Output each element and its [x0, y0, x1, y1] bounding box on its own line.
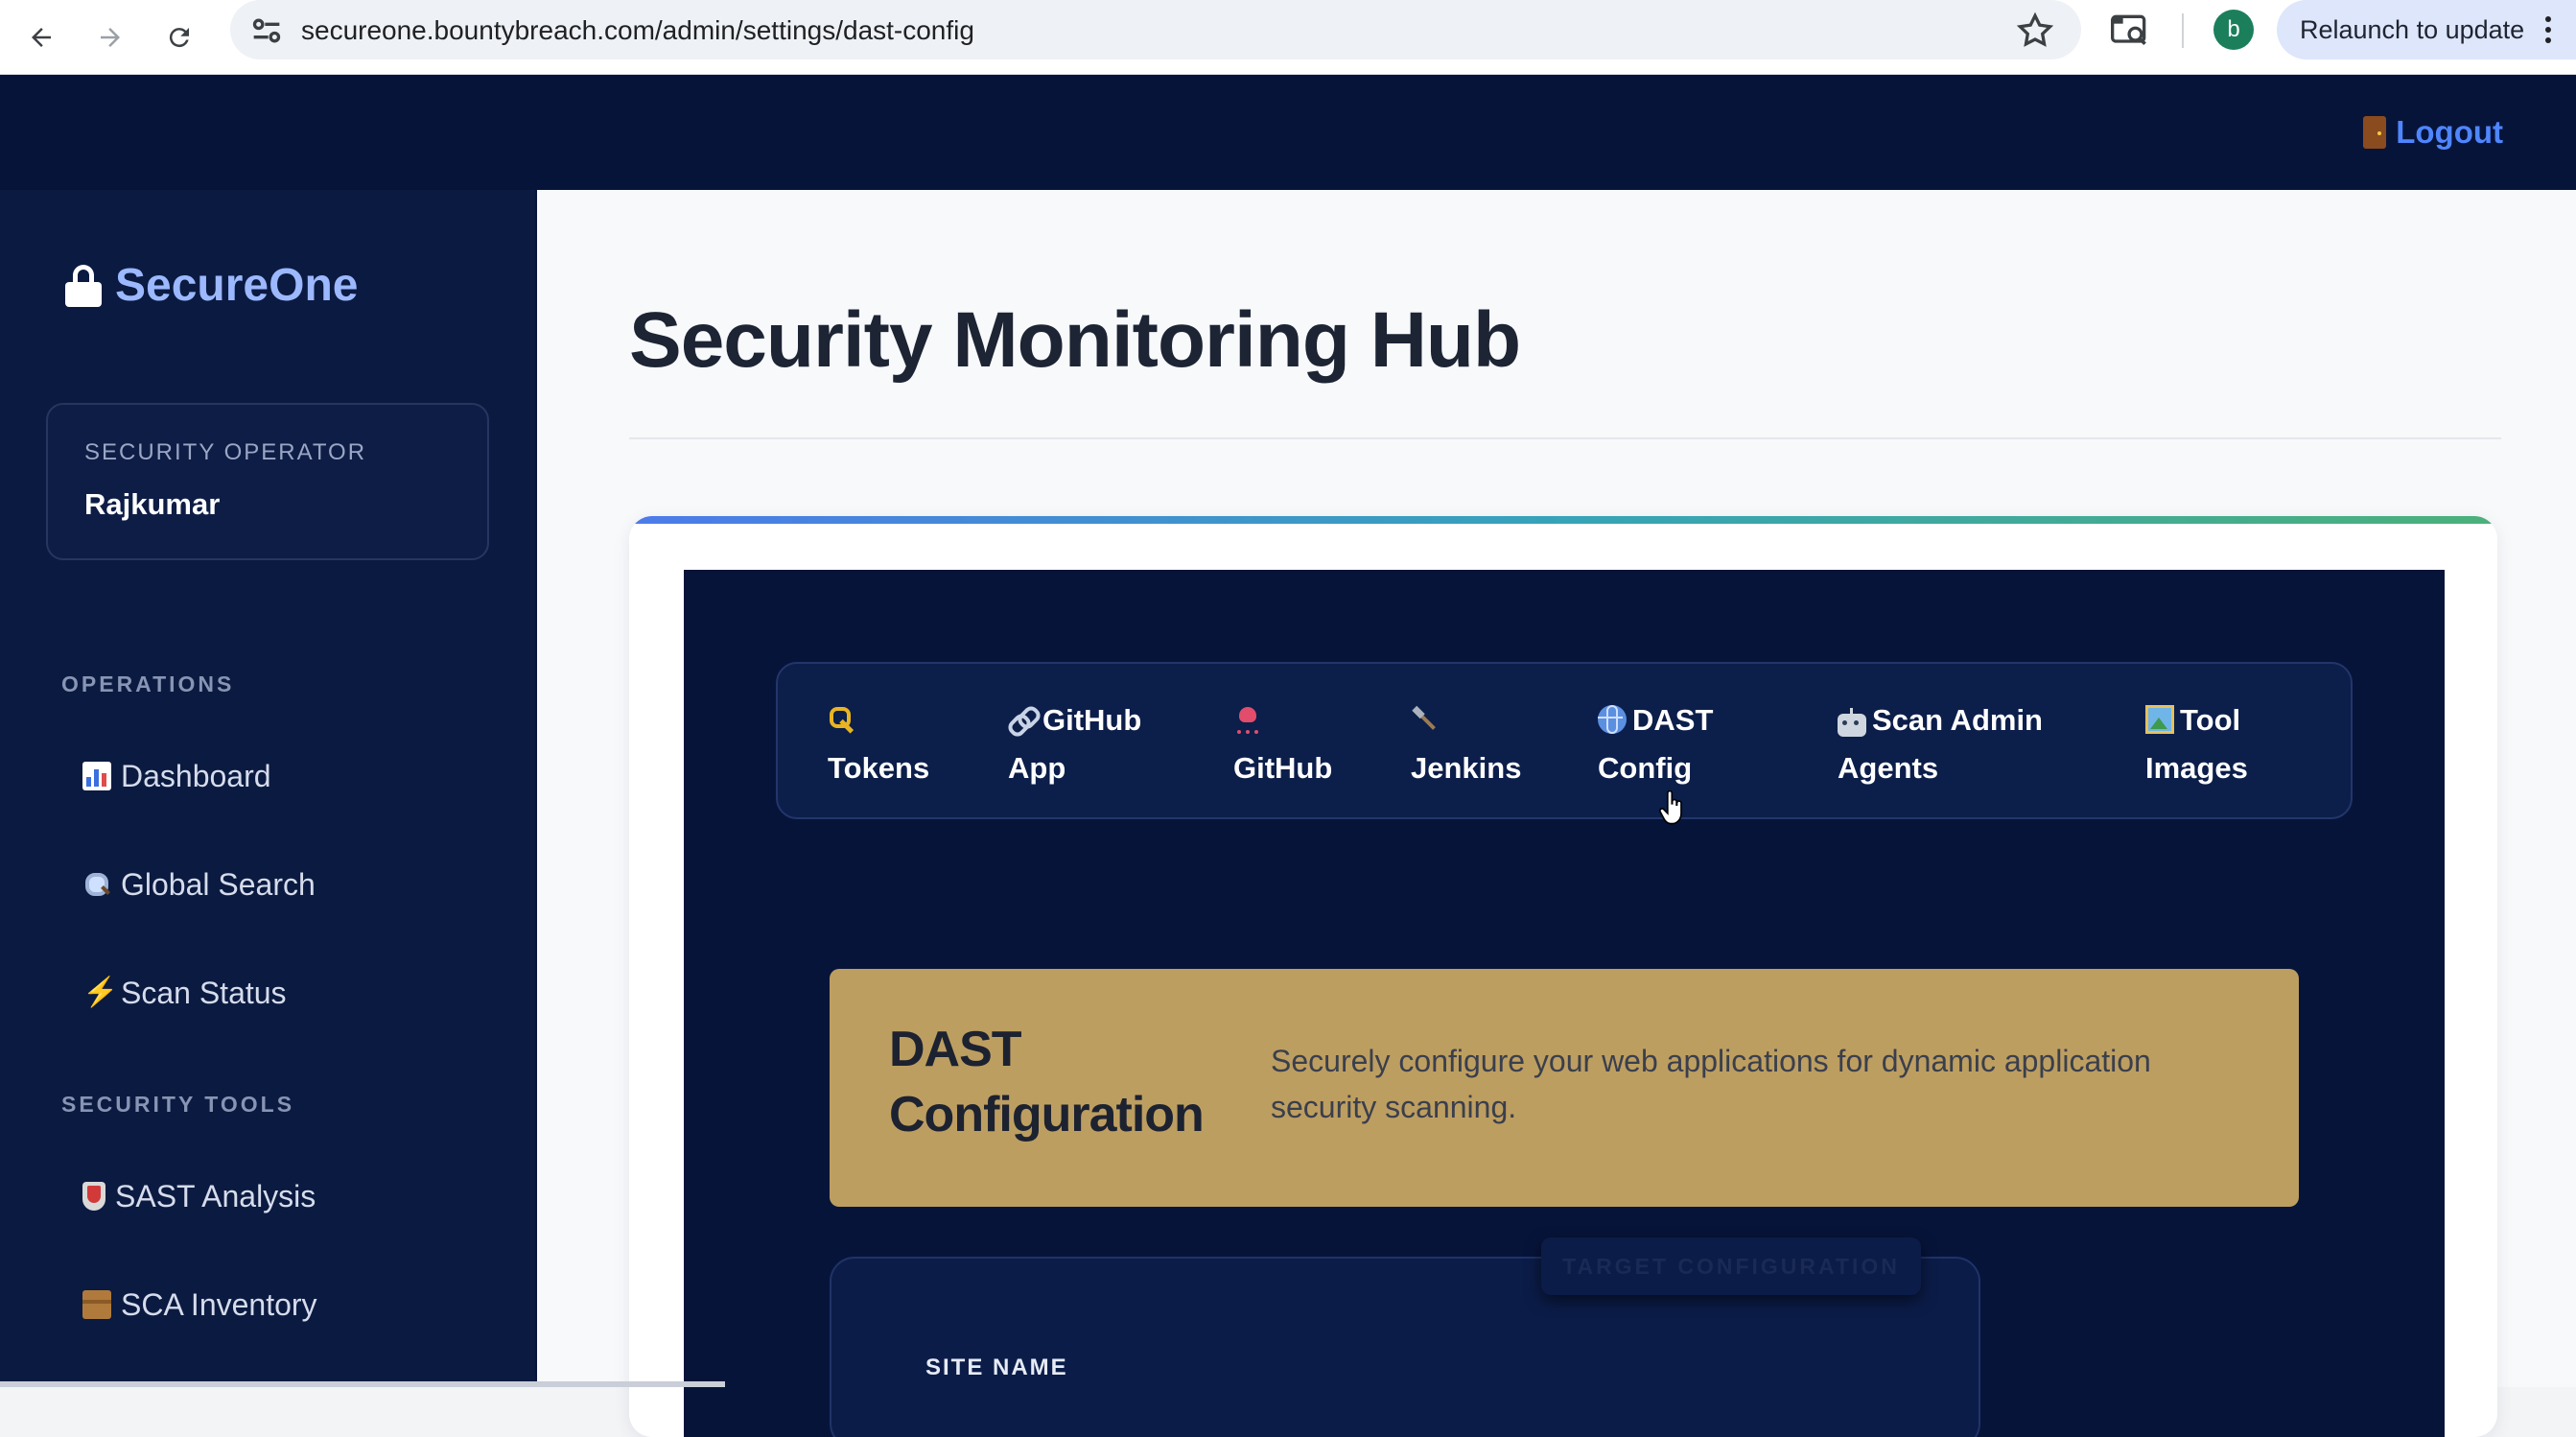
tab-label-line2: Images: [2145, 751, 2248, 785]
main-content: Security Monitoring Hub Tokens GitHub Ap…: [537, 190, 2576, 1437]
banner-title: DAST Configuration: [889, 1017, 1234, 1147]
toolbar-separator: [2182, 13, 2184, 48]
tab-label: DAST: [1632, 703, 1714, 737]
dast-banner: DAST Configuration Securely configure yo…: [830, 969, 2299, 1207]
lightning-icon: ⚡: [82, 977, 119, 1008]
logout-label: Logout: [2396, 114, 2503, 150]
arrow-left-icon: [32, 28, 51, 47]
key-icon: [828, 705, 856, 734]
back-button[interactable]: [15, 12, 67, 63]
brand[interactable]: SecureOne: [65, 259, 358, 312]
chip-label: TARGET CONFIGURATION: [1562, 1254, 1900, 1279]
target-configuration-chip: TARGET CONFIGURATION: [1541, 1237, 1921, 1295]
door-icon: [2363, 116, 2387, 149]
forward-button[interactable]: [84, 12, 136, 63]
browser-toolbar: secureone.bountybreach.com/admin/setting…: [0, 0, 2576, 75]
tab-github-app[interactable]: GitHub App: [1008, 696, 1141, 792]
bar-chart-icon: [82, 762, 111, 790]
bookmark-star-icon[interactable]: [2014, 10, 2056, 52]
reload-button[interactable]: [153, 12, 205, 63]
package-icon: [82, 1290, 111, 1319]
settings-card: Tokens GitHub App GitHub Jenkins DAST Co…: [629, 516, 2497, 1437]
sidebar-item-global-search[interactable]: Global Search: [82, 860, 316, 908]
title-divider: [629, 437, 2501, 439]
lock-icon: [65, 264, 102, 307]
more-menu-icon[interactable]: [2543, 13, 2553, 46]
tab-tool-images[interactable]: Tool Images: [2145, 696, 2248, 792]
section-heading-operations: OPERATIONS: [61, 671, 235, 696]
tab-search-icon[interactable]: [2108, 10, 2152, 52]
tab-label: Tokens: [828, 751, 930, 785]
tab-dast-config[interactable]: DAST Config: [1598, 696, 1713, 792]
tab-label: GitHub: [1233, 751, 1333, 785]
tab-jenkins[interactable]: Jenkins: [1411, 696, 1521, 792]
banner-title-line2: Configuration: [889, 1087, 1205, 1143]
globe-icon: [1598, 705, 1627, 734]
tab-label: Scan Admin: [1872, 703, 2043, 737]
sidebar-item-label: Scan Status: [121, 975, 287, 1010]
sidebar-item-scan-status[interactable]: ⚡ Scan Status: [82, 969, 287, 1017]
shield-icon: [82, 1182, 105, 1211]
card-accent-bar: [629, 516, 2497, 524]
tab-label-line2: App: [1008, 751, 1066, 785]
octopus-icon: [1233, 705, 1262, 734]
banner-description: Securely configure your web applications…: [1271, 1044, 2151, 1124]
operator-role: SECURITY OPERATOR: [84, 439, 367, 465]
sidebar-item-sast-analysis[interactable]: SAST Analysis: [82, 1172, 316, 1220]
brand-name: SecureOne: [115, 260, 359, 311]
tab-scan-admin-agents[interactable]: Scan Admin Agents: [1838, 696, 2043, 792]
tab-label: Tool: [2180, 703, 2241, 737]
horizontal-scrollbar[interactable]: [0, 1381, 725, 1387]
app-header: Logout: [0, 75, 2576, 190]
tab-github[interactable]: GitHub: [1233, 696, 1332, 792]
sidebar-item-label: Dashboard: [121, 758, 271, 793]
tab-label-line2: Agents: [1838, 751, 1939, 785]
robot-icon: [1838, 708, 1866, 737]
sidebar-item-sca-inventory[interactable]: SCA Inventory: [82, 1281, 317, 1329]
framed-picture-icon: [2145, 705, 2174, 734]
reload-icon: [169, 28, 189, 48]
logout-link[interactable]: Logout: [2363, 109, 2503, 155]
banner-title-line1: DAST: [889, 1022, 1022, 1077]
magnifier-icon: [82, 870, 111, 899]
relaunch-button[interactable]: Relaunch to update: [2277, 0, 2576, 59]
hand-pointer-icon: [1659, 790, 1682, 825]
tab-label: GitHub: [1042, 703, 1142, 737]
sidebar-item-label: SCA Inventory: [121, 1286, 317, 1322]
link-icon: [1008, 705, 1037, 734]
sidebar-item-dashboard[interactable]: Dashboard: [82, 752, 271, 800]
operator-card: SECURITY OPERATOR Rajkumar: [46, 403, 489, 560]
relaunch-label: Relaunch to update: [2300, 15, 2525, 44]
tab-label-line2: Config: [1598, 751, 1693, 785]
page-title: Security Monitoring Hub: [629, 296, 1521, 384]
hammer-icon: [1411, 705, 1440, 734]
tab-tokens[interactable]: Tokens: [828, 696, 929, 792]
tab-label: Jenkins: [1411, 751, 1522, 785]
sidebar: SecureOne SECURITY OPERATOR Rajkumar OPE…: [0, 190, 537, 1387]
url-text[interactable]: secureone.bountybreach.com/admin/setting…: [301, 12, 974, 50]
settings-panel: Tokens GitHub App GitHub Jenkins DAST Co…: [684, 570, 2445, 1437]
section-heading-security-tools: SECURITY TOOLS: [61, 1092, 295, 1117]
address-bar[interactable]: secureone.bountybreach.com/admin/setting…: [230, 0, 2081, 59]
sidebar-item-label: Global Search: [121, 866, 316, 902]
arrow-right-icon: [101, 28, 120, 47]
site-settings-icon[interactable]: [247, 12, 286, 50]
operator-name: Rajkumar: [84, 487, 221, 521]
profile-avatar[interactable]: b: [2213, 10, 2254, 50]
settings-tab-bar: Tokens GitHub App GitHub Jenkins DAST Co…: [776, 662, 2353, 819]
sidebar-item-label: SAST Analysis: [115, 1178, 316, 1213]
site-name-label: SITE NAME: [925, 1355, 1068, 1380]
